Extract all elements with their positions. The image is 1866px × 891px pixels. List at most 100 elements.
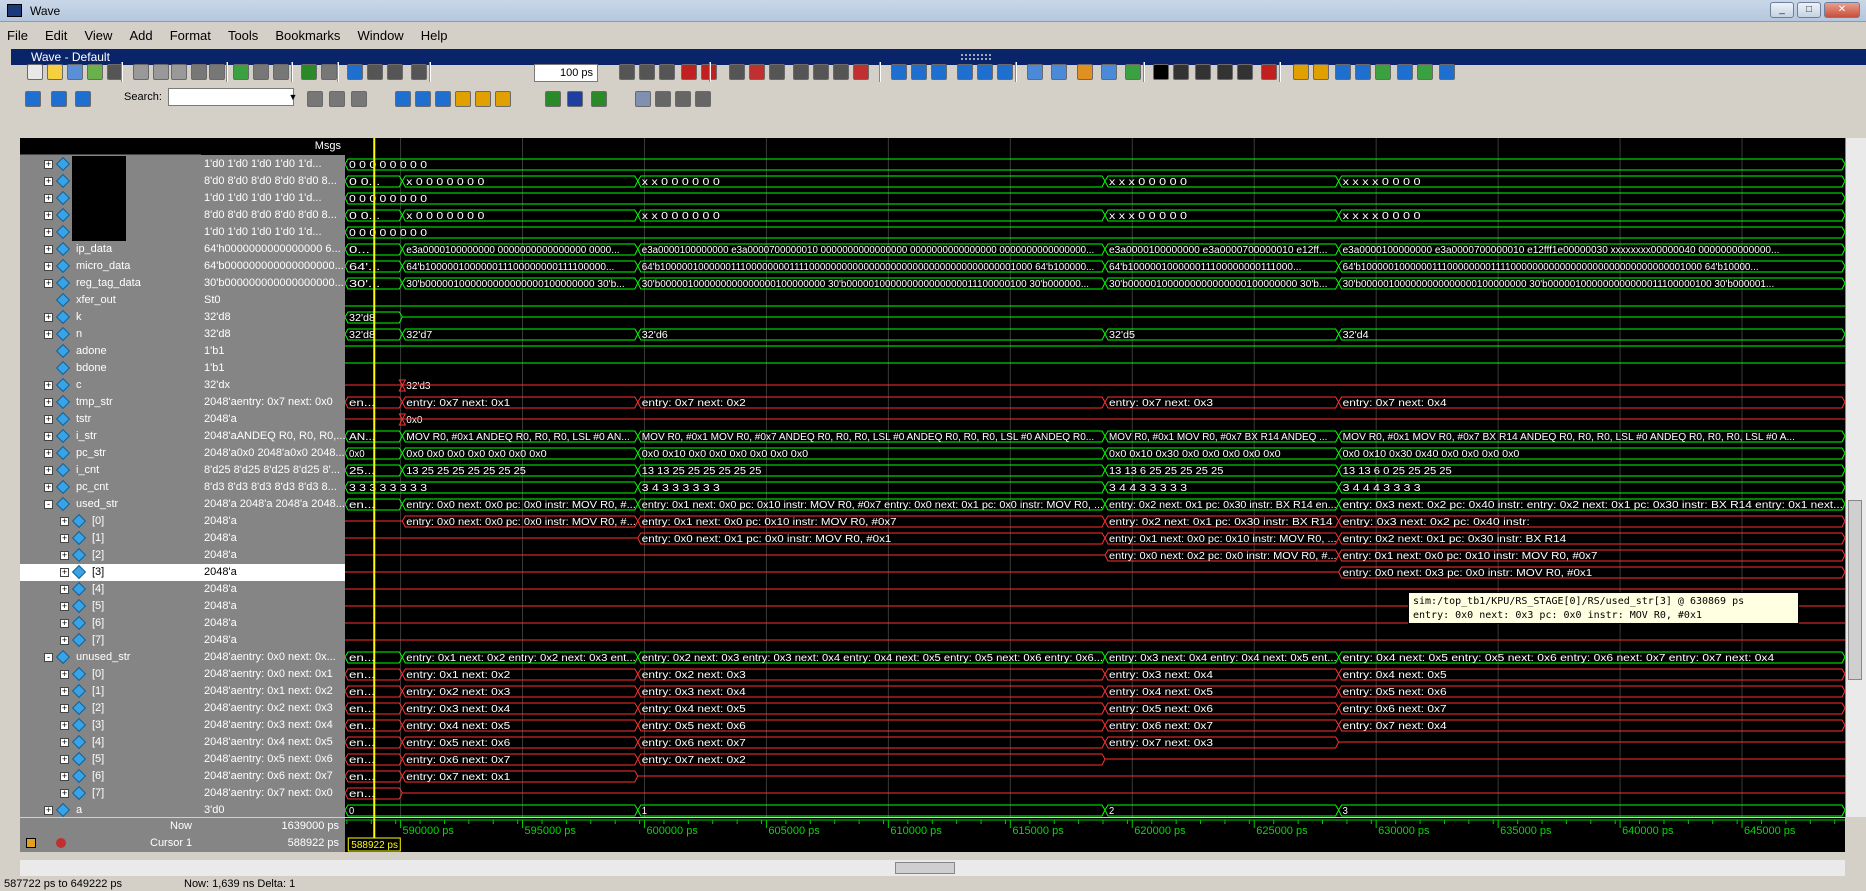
- signal-name-row[interactable]: + [7]: [20, 785, 201, 802]
- vertical-scrollbar[interactable]: [1845, 138, 1866, 817]
- expand-icon[interactable]: +: [60, 517, 69, 526]
- signal-name-row[interactable]: + [4]: [20, 581, 201, 598]
- expand-icon[interactable]: +: [60, 534, 69, 543]
- toolbar-tool-icon[interactable]: [475, 91, 491, 107]
- search-dropdown-icon[interactable]: ▼: [286, 88, 300, 106]
- signal-name-row[interactable]: + n: [20, 326, 201, 343]
- toolbar-tool-icon[interactable]: [273, 64, 289, 80]
- toolbar-tool-icon[interactable]: [1335, 64, 1351, 80]
- menu-window[interactable]: Window: [350, 26, 410, 45]
- expand-icon[interactable]: +: [44, 211, 53, 220]
- toolbar-tool-icon[interactable]: [957, 64, 973, 80]
- signal-name-row[interactable]: + [0]: [20, 666, 201, 683]
- signal-name-row[interactable]: + [5]: [20, 598, 201, 615]
- toolbar-tool-icon[interactable]: [619, 64, 635, 80]
- toolbar-tool-icon[interactable]: [435, 91, 451, 107]
- lock-icon[interactable]: [26, 838, 36, 848]
- toolbar-tool-icon[interactable]: [307, 91, 323, 107]
- toolbar-tool-icon[interactable]: [545, 91, 561, 107]
- toolbar-tool-icon[interactable]: [1261, 64, 1277, 80]
- toolbar-tool-icon[interactable]: [47, 64, 63, 80]
- signal-name-row[interactable]: xfer_out: [20, 292, 201, 309]
- toolbar-tool-icon[interactable]: [1439, 64, 1455, 80]
- signal-name-row[interactable]: + [2]: [20, 547, 201, 564]
- toolbar-tool-icon[interactable]: [793, 64, 809, 80]
- toolbar-tool-icon[interactable]: [749, 64, 765, 80]
- signal-name-row[interactable]: + [1]: [20, 683, 201, 700]
- signal-name-row[interactable]: +: [20, 190, 201, 207]
- signal-name-row[interactable]: + i_str: [20, 428, 201, 445]
- waveform-pane[interactable]: 0 0 0 0 0 0 0 0 0 0... x 0 0 0 0 0 0 0 x x …: [345, 138, 1845, 817]
- expand-icon[interactable]: +: [44, 330, 53, 339]
- toolbar-tool-icon[interactable]: [1101, 64, 1117, 80]
- zoom-input[interactable]: 100 ps: [534, 64, 598, 82]
- toolbar-tool-icon[interactable]: [411, 64, 427, 80]
- toolbar-tool-icon[interactable]: [1153, 64, 1169, 80]
- toolbar-tool-icon[interactable]: [591, 91, 607, 107]
- toolbar-tool-icon[interactable]: [675, 91, 691, 107]
- expand-icon[interactable]: +: [60, 772, 69, 781]
- signal-name-row[interactable]: +: [20, 156, 201, 173]
- signal-name-row[interactable]: + reg_tag_data: [20, 275, 201, 292]
- toolbar-tool-icon[interactable]: [27, 64, 43, 80]
- signal-name-row[interactable]: + k: [20, 309, 201, 326]
- search-input[interactable]: [168, 88, 294, 106]
- menu-tools[interactable]: Tools: [221, 26, 265, 45]
- menu-file[interactable]: File: [0, 26, 35, 45]
- expand-icon[interactable]: +: [44, 806, 53, 815]
- signal-name-row[interactable]: + [5]: [20, 751, 201, 768]
- toolbar-tool-icon[interactable]: [209, 64, 225, 80]
- toolbar-tool-icon[interactable]: [1217, 64, 1233, 80]
- toolbar-tool-icon[interactable]: [977, 64, 993, 80]
- expand-icon[interactable]: +: [44, 381, 53, 390]
- signal-name-row[interactable]: + ip_data: [20, 241, 201, 258]
- toolbar-tool-icon[interactable]: [833, 64, 849, 80]
- signal-name-row[interactable]: + c: [20, 377, 201, 394]
- signal-name-row[interactable]: + [3]: [20, 564, 201, 581]
- toolbar-tool-icon[interactable]: [87, 64, 103, 80]
- menu-format[interactable]: Format: [163, 26, 218, 45]
- signal-name-row[interactable]: - unused_str: [20, 649, 201, 666]
- toolbar-tool-icon[interactable]: [347, 64, 363, 80]
- waveform-canvas[interactable]: 0 0 0 0 0 0 0 0 0 0... x 0 0 0 0 0 0 0 x x …: [345, 138, 1845, 817]
- signal-name-row[interactable]: + pc_str: [20, 445, 201, 462]
- signal-name-row[interactable]: +: [20, 207, 201, 224]
- expand-icon[interactable]: +: [60, 585, 69, 594]
- toolbar-tool-icon[interactable]: [1397, 64, 1413, 80]
- signal-name-row[interactable]: - used_str: [20, 496, 201, 513]
- expand-icon[interactable]: +: [60, 789, 69, 798]
- expand-icon[interactable]: +: [44, 432, 53, 441]
- toolbar-tool-icon[interactable]: [655, 91, 671, 107]
- signal-name-row[interactable]: + [0]: [20, 513, 201, 530]
- toolbar-tool-icon[interactable]: [387, 64, 403, 80]
- menu-add[interactable]: Add: [123, 26, 160, 45]
- vertical-scroll-thumb[interactable]: [1848, 500, 1862, 680]
- toolbar-tool-icon[interactable]: [495, 91, 511, 107]
- expand-icon[interactable]: +: [44, 449, 53, 458]
- expand-icon[interactable]: +: [60, 721, 69, 730]
- signal-name-row[interactable]: bdone: [20, 360, 201, 377]
- toolbar-tool-icon[interactable]: [1375, 64, 1391, 80]
- close-button[interactable]: ✕: [1824, 2, 1860, 18]
- toolbar-tool-icon[interactable]: [931, 64, 947, 80]
- toolbar-tool-icon[interactable]: [1195, 64, 1211, 80]
- name-pane-hscrollbar[interactable]: [20, 860, 345, 876]
- signal-name-row[interactable]: + [6]: [20, 768, 201, 785]
- toolbar-tool-icon[interactable]: [253, 64, 269, 80]
- toolbar-tool-icon[interactable]: [75, 91, 91, 107]
- toolbar-tool-icon[interactable]: [395, 91, 411, 107]
- signal-name-row[interactable]: + pc_cnt: [20, 479, 201, 496]
- expand-icon[interactable]: +: [44, 313, 53, 322]
- toolbar-tool-icon[interactable]: [191, 64, 207, 80]
- expand-icon[interactable]: +: [44, 466, 53, 475]
- toolbar-tool-icon[interactable]: [1417, 64, 1433, 80]
- delete-cursor-icon[interactable]: [56, 838, 66, 848]
- toolbar-tool-icon[interactable]: [1313, 64, 1329, 80]
- signal-name-row[interactable]: + tstr: [20, 411, 201, 428]
- signal-name-row[interactable]: +: [20, 173, 201, 190]
- toolbar-tool-icon[interactable]: [659, 64, 675, 80]
- expand-icon[interactable]: +: [44, 279, 53, 288]
- expand-icon[interactable]: +: [44, 262, 53, 271]
- expand-icon[interactable]: +: [60, 755, 69, 764]
- signal-name-row[interactable]: + micro_data: [20, 258, 201, 275]
